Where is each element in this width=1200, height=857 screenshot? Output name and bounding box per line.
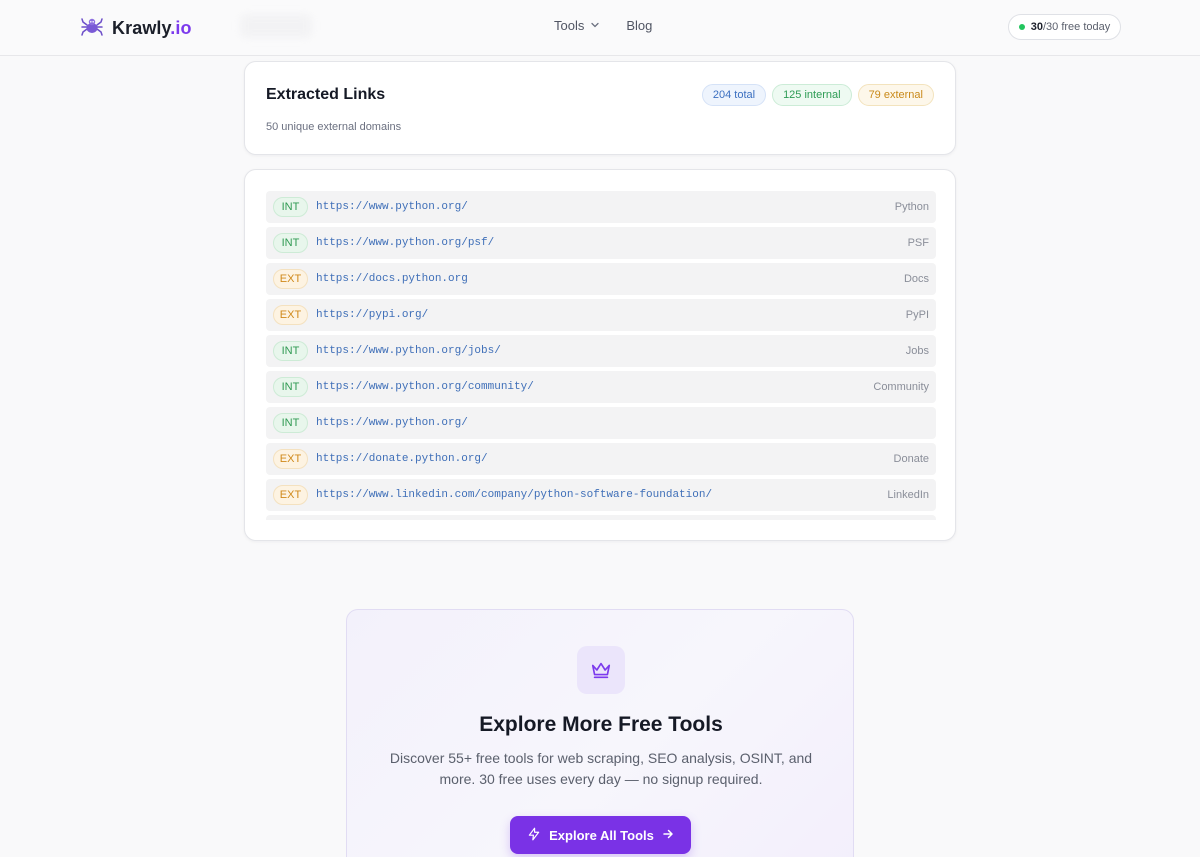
external-link-tag: EXT — [273, 485, 308, 505]
link-anchor-text: Donate — [893, 453, 929, 465]
link-url[interactable]: https://pypi.org/ — [316, 309, 428, 321]
link-anchor-text: Jobs — [905, 345, 929, 357]
internal-link-tag: INT — [273, 413, 308, 433]
arrow-right-icon — [662, 828, 674, 843]
link-anchor-text: PSF — [907, 237, 929, 249]
cta-title: Explore More Free Tools — [479, 713, 723, 736]
explore-tools-cta: Explore More Free Tools Discover 55+ fre… — [346, 609, 854, 857]
nav-tools-label: Tools — [554, 18, 585, 33]
top-navigation-bar: Krawly.io Tools Blog 30/30 free today — [0, 0, 1200, 56]
link-url[interactable]: https://docs.python.org — [316, 273, 468, 285]
explore-all-tools-button[interactable]: Explore All Tools — [510, 816, 691, 854]
link-row[interactable]: EXT https://pypi.org/PyPI — [266, 299, 936, 331]
external-link-tag: EXT — [273, 269, 308, 289]
nav-tools-dropdown[interactable]: Tools — [554, 18, 600, 33]
link-url[interactable]: https://www.python.org/psf/ — [316, 237, 494, 249]
link-row[interactable]: INT https://www.python.org/psf/PSF — [266, 227, 936, 259]
link-row[interactable]: EXT https://docs.python.org Docs — [266, 263, 936, 295]
link-url[interactable]: https://www.python.org/ — [316, 417, 468, 429]
link-anchor-text: Community — [873, 381, 929, 393]
link-url[interactable]: https://www.python.org/jobs/ — [316, 345, 501, 357]
internal-link-tag: INT — [273, 233, 308, 253]
summary-subtitle: 50 unique external domains — [266, 121, 402, 133]
link-anchor-text: LinkedIn — [887, 489, 929, 501]
chevron-down-icon — [590, 18, 600, 33]
status-dot-icon — [1018, 24, 1025, 30]
external-link-tag: EXT — [273, 449, 308, 469]
cta-description: Discover 55+ free tools for web scraping… — [389, 750, 813, 787]
link-row[interactable]: INT — [266, 515, 936, 520]
links-list[interactable]: INT https://www.python.org/Python INT https… — [266, 191, 936, 520]
link-row[interactable]: INT https://www.python.org/community/Comm… — [266, 371, 936, 403]
links-list-card: INT https://www.python.org/Python INT https… — [244, 169, 956, 541]
quota-text: 30/30 free today — [1030, 21, 1111, 33]
blurred-placeholder — [240, 14, 312, 38]
internal-link-tag: INT — [273, 341, 308, 361]
internal-link-tag: INT — [273, 377, 308, 397]
lightning-icon — [527, 827, 541, 844]
external-link-tag: EXT — [273, 305, 308, 325]
link-anchor-text: Docs — [903, 273, 929, 285]
brand-logo-link[interactable]: Krawly.io — [80, 14, 192, 42]
brand-name: Krawly.io — [112, 17, 192, 38]
link-row[interactable]: EXT https://donate.python.org/Donate — [266, 443, 936, 475]
link-row[interactable]: INT https://www.python.org/Python — [266, 191, 936, 223]
crown-icon — [577, 646, 625, 694]
total-count-badge: 204 total — [701, 84, 767, 106]
link-url[interactable]: https://donate.python.org/ — [316, 453, 488, 465]
link-url[interactable]: https://www.python.org/community/ — [316, 381, 534, 393]
usage-quota-badge[interactable]: 30/30 free today — [1008, 14, 1121, 40]
main-nav: Tools Blog — [554, 18, 652, 33]
link-anchor-text: PyPI — [905, 309, 929, 321]
spider-logo-icon — [80, 14, 104, 43]
summary-title: Extracted Links — [266, 86, 386, 103]
extracted-links-summary-card: Extracted Links 50 unique external domai… — [244, 61, 956, 155]
nav-blog-link[interactable]: Blog — [626, 18, 652, 33]
internal-link-tag: INT — [273, 197, 308, 217]
link-count-pills: 204 total 125 internal 79 external — [701, 84, 934, 106]
explore-button-label: Explore All Tools — [549, 827, 654, 843]
link-anchor-text: Python — [894, 201, 929, 213]
internal-count-badge: 125 internal — [772, 84, 852, 106]
link-row[interactable]: INT https://www.python.org/ — [266, 407, 936, 439]
link-row[interactable]: INT https://www.python.org/jobs/Jobs — [266, 335, 936, 367]
link-url[interactable]: https://www.linkedin.com/company/python-… — [316, 489, 712, 501]
link-url[interactable]: https://www.python.org/ — [316, 201, 468, 213]
link-row[interactable]: EXT https://www.linkedin.com/company/pyth… — [266, 479, 936, 511]
external-count-badge: 79 external — [857, 84, 934, 106]
nav-blog-label: Blog — [626, 18, 653, 33]
